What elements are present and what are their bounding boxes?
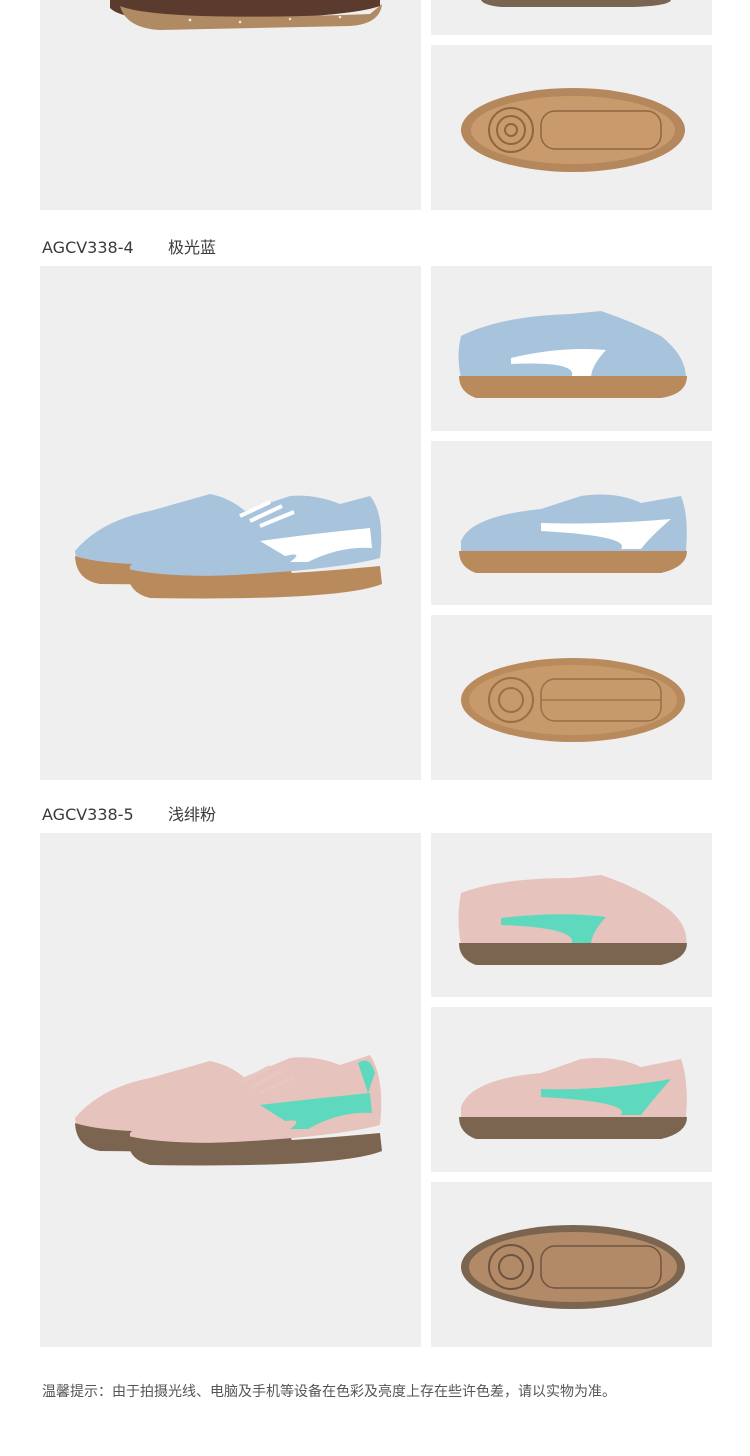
product-photo-sole (431, 615, 712, 780)
product-photo-side (431, 833, 712, 997)
product-photo-side (431, 441, 712, 605)
variant-label: AGCV338-5 浅绯粉 (42, 801, 216, 825)
variant-code: AGCV338-5 (42, 805, 134, 824)
product-photo-main (40, 0, 421, 210)
variant-code: AGCV338-4 (42, 238, 134, 257)
product-photo-side (431, 0, 712, 35)
product-photo-sole (431, 1182, 712, 1347)
product-photo-side (431, 1007, 712, 1172)
variant-color-name: 极光蓝 (168, 238, 217, 257)
variant-label: AGCV338-4 极光蓝 (42, 234, 216, 258)
product-photo-main (40, 266, 421, 780)
variant-color-name: 浅绯粉 (168, 805, 217, 824)
product-photo-main (40, 833, 421, 1347)
product-photo-side (431, 266, 712, 431)
disclaimer-note: 温馨提示：由于拍摄光线、电脑及手机等设备在色彩及亮度上存在些许色差，请以实物为准… (42, 1384, 616, 1400)
product-photo-sole (431, 45, 712, 210)
